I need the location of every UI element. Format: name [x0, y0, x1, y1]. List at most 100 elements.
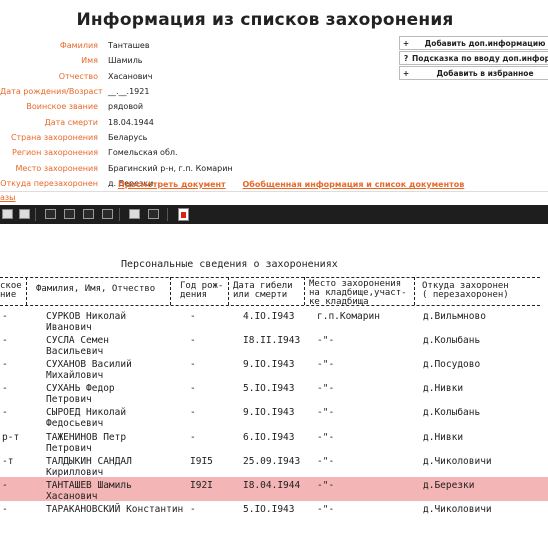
field-label: Дата рождения/Возраст: [0, 87, 103, 97]
viewer-toolbar: [0, 205, 548, 224]
table-rule: [0, 305, 540, 306]
document-links: Просмотреть документ Обобщенная информац…: [118, 180, 478, 189]
year-cell: -: [190, 359, 196, 371]
name-cell: СЫРОЕД Николай: [46, 407, 127, 419]
field-label: Дата смерти: [44, 117, 98, 127]
zoom-in-icon[interactable]: [2, 209, 13, 219]
name-cell: СУРКОВ Николай: [46, 311, 127, 322]
field-label: Отчество: [58, 71, 98, 81]
info-row: Страна захоронения Беларусь: [0, 130, 400, 145]
col0-cell: -т: [2, 455, 14, 467]
page-title: Информация из списков захоронения: [76, 10, 454, 30]
info-row: Место захоронения Брагинский р-н, г.п. Ко…: [0, 160, 400, 175]
side-button[interactable]: + Добавить доп.информацию: [399, 36, 548, 50]
from-cell: д.Нивки: [423, 431, 464, 443]
side-button-label: Подсказка по вводу доп.информа: [412, 53, 548, 63]
year-cell: -: [190, 335, 196, 347]
date-cell: I8.II.I943: [243, 335, 301, 347]
divider: [0, 191, 548, 192]
header-place: Место захоронения на кладбище,участ-ке кл…: [309, 279, 407, 307]
zoom-out-icon[interactable]: [19, 209, 30, 219]
table-row: - ТАРАКАНОВСКИЙ Константин -5.IO.I943 -"- д.…: [0, 501, 548, 525]
plus-icon: +: [402, 38, 410, 48]
date-cell: I8.04.I944: [243, 479, 301, 491]
col0-cell: -: [2, 503, 8, 515]
name-cell: ТАРАКАНОВСКИЙ Константин: [46, 503, 184, 515]
col0-cell: -: [2, 335, 8, 347]
header-date: Дата гибели или смерти: [233, 281, 293, 300]
fit-width-icon[interactable]: [83, 209, 94, 219]
link-icon[interactable]: [148, 209, 159, 219]
field-value: Гомельская обл.: [108, 148, 178, 158]
back-link[interactable]: азы: [0, 193, 15, 202]
info-row: Отчество Хасанович: [0, 69, 400, 84]
name-cell: СУХАНЬ Федор: [46, 383, 115, 395]
side-buttons: + Добавить доп.информацию? Подсказка по вв…: [399, 36, 548, 81]
toolbar-separator: [167, 208, 168, 221]
field-value: Хасанович: [108, 71, 153, 81]
name-cell: СУСЛА Семен: [46, 335, 109, 347]
column-rule: [228, 277, 229, 305]
field-label: Имя: [81, 56, 98, 66]
from-cell: д.Нивки: [423, 383, 464, 395]
field-label: Откуда перезахоронен: [0, 178, 98, 188]
table-row: -т ТАЛДЫКИН САНДАЛ Кириллович I9I5 25.09.I94…: [0, 453, 548, 478]
field-label: Воинское звание: [26, 102, 98, 112]
year-cell: -: [190, 383, 196, 395]
from-cell: д.Колыбань: [423, 407, 481, 419]
place-cell: -"-: [317, 455, 335, 467]
save-icon[interactable]: [129, 209, 140, 219]
col0-cell: -: [2, 479, 8, 491]
name-cell: ТАЖЕНИНОВ Петр: [46, 431, 127, 443]
summary-link[interactable]: Обобщенная информация и список документо…: [243, 180, 465, 189]
column-rule: [414, 277, 415, 305]
table-row: - СЫРОЕД Николай Федосьевич -9.IO.I943 -"- д.…: [0, 404, 548, 429]
year-cell: -: [190, 311, 196, 322]
year-cell: -: [190, 407, 196, 419]
field-value: Беларусь: [108, 132, 148, 142]
from-cell: д.Посудово: [423, 359, 481, 371]
name-cell: СУХАНОВ Василий: [46, 359, 132, 371]
plus-icon: +: [402, 68, 410, 78]
col0-cell: -: [2, 311, 8, 322]
table-row: р-т ТАЖЕНИНОВ Петр Петрович -6.IO.I943 -"- д.…: [0, 429, 548, 454]
pdf-icon[interactable]: [178, 208, 189, 221]
year-cell: -: [190, 431, 196, 443]
place-cell: -"-: [317, 479, 335, 491]
field-value: рядовой: [108, 102, 144, 112]
place-cell: -"-: [317, 359, 335, 371]
side-button-label: Добавить доп.информацию: [424, 38, 546, 48]
name-cell: ТАНТАШЕВ Шамиль: [46, 479, 132, 491]
year-cell: -: [190, 503, 196, 515]
date-cell: 4.IO.I943: [243, 311, 295, 322]
header-col0: ское ние: [0, 281, 22, 300]
single-page-icon[interactable]: [45, 209, 56, 219]
field-value: Шамиль: [108, 56, 143, 66]
col0-cell: р-т: [2, 431, 20, 443]
date-cell: 9.IO.I943: [243, 407, 295, 419]
view-document-link[interactable]: Просмотреть документ: [118, 180, 226, 189]
info-row: Воинское звание рядовой: [0, 99, 400, 114]
column-rule: [304, 277, 305, 305]
help-icon: ?: [403, 53, 409, 63]
date-cell: 25.09.I943: [243, 455, 301, 467]
toolbar-separator: [119, 208, 120, 221]
column-rule: [26, 277, 27, 305]
name-cell: ТАЛДЫКИН САНДАЛ: [46, 455, 132, 467]
side-button[interactable]: ? Подсказка по вводу доп.информа: [399, 51, 548, 65]
info-row: Фамилия Танташев: [0, 38, 400, 53]
col0-cell: -: [2, 407, 8, 419]
date-cell: 6.IO.I943: [243, 431, 295, 443]
side-button[interactable]: + Добавить в избранное: [399, 66, 548, 80]
header-from: Откуда захоронен( перезахоронен): [422, 281, 509, 300]
fit-page-icon[interactable]: [64, 209, 75, 219]
col0-cell: -: [2, 383, 8, 395]
col0-cell: -: [2, 359, 8, 371]
table-row: - СУХАНЬ Федор Петрович -5.IO.I943 -"- д.Нивк…: [0, 380, 548, 405]
side-button-label: Добавить в избранное: [436, 68, 534, 78]
two-page-icon[interactable]: [102, 209, 113, 219]
table-row: - СУРКОВ Николай Иванович -4.IO.I943 г.п.Ком…: [0, 308, 548, 333]
table-row: - ТАНТАШЕВ Шамиль Хасанович I92I I8.04.I944-…: [0, 476, 548, 502]
from-cell: д.Вильмново: [423, 311, 486, 322]
info-row: Дата рождения/Возраст __.__.1921: [0, 84, 400, 99]
